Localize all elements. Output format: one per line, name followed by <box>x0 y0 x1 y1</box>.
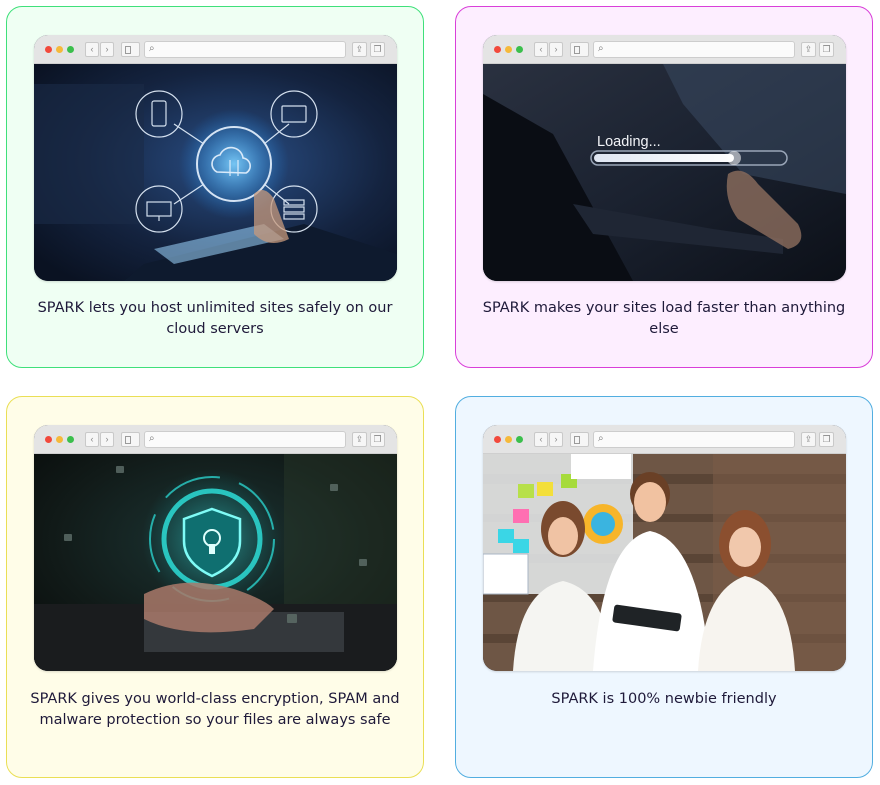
feature-card-newbie: ‹ › ⌕ ⇪ ❐ SPARK is 100% newbie friendly <box>455 396 873 778</box>
search-icon: ⌕ <box>149 43 155 54</box>
security-shield-image <box>34 454 397 671</box>
card-caption: SPARK gives you world-class encryption, … <box>30 691 400 728</box>
tabs-icon: ❐ <box>819 42 834 57</box>
maximize-dot-icon <box>516 436 523 443</box>
sidebar-icon <box>121 42 140 57</box>
back-arrow-icon: ‹ <box>534 42 548 57</box>
address-bar: ⌕ <box>593 41 795 58</box>
browser-toolbar: ‹ › ⌕ ⇪ ❐ <box>34 35 397 64</box>
feature-card-speed: ‹ › ⌕ ⇪ ❐ Loading... SPARK makes your si… <box>455 6 873 368</box>
back-arrow-icon: ‹ <box>534 432 548 447</box>
forward-arrow-icon: › <box>549 42 563 57</box>
loading-speed-image: Loading... <box>483 64 846 281</box>
browser-mockup: ‹ › ⌕ ⇪ ❐ <box>34 35 397 281</box>
tabs-icon: ❐ <box>819 432 834 447</box>
loading-label: Loading... <box>597 134 661 150</box>
minimize-dot-icon <box>56 436 63 443</box>
close-dot-icon <box>45 46 52 53</box>
share-icon: ⇪ <box>801 432 816 447</box>
search-icon: ⌕ <box>149 433 155 444</box>
minimize-dot-icon <box>505 436 512 443</box>
browser-mockup: ‹ › ⌕ ⇪ ❐ <box>483 425 846 671</box>
share-icon: ⇪ <box>352 42 367 57</box>
browser-toolbar: ‹ › ⌕ ⇪ ❐ <box>483 35 846 64</box>
minimize-dot-icon <box>505 46 512 53</box>
close-dot-icon <box>494 436 501 443</box>
forward-arrow-icon: › <box>100 432 114 447</box>
sidebar-icon <box>570 432 589 447</box>
share-icon: ⇪ <box>801 42 816 57</box>
browser-mockup: ‹ › ⌕ ⇪ ❐ <box>34 425 397 671</box>
close-dot-icon <box>494 46 501 53</box>
forward-arrow-icon: › <box>549 432 563 447</box>
search-icon: ⌕ <box>598 433 604 444</box>
feature-card-security: ‹ › ⌕ ⇪ ❐ SPARK gives you world-class en… <box>6 396 424 778</box>
close-dot-icon <box>45 436 52 443</box>
address-bar: ⌕ <box>593 431 795 448</box>
search-icon: ⌕ <box>598 43 604 54</box>
back-arrow-icon: ‹ <box>85 42 99 57</box>
maximize-dot-icon <box>516 46 523 53</box>
browser-mockup: ‹ › ⌕ ⇪ ❐ <box>483 35 846 281</box>
forward-arrow-icon: › <box>100 42 114 57</box>
sidebar-icon <box>121 432 140 447</box>
address-bar: ⌕ <box>144 431 346 448</box>
card-caption: SPARK lets you host unlimited sites safe… <box>37 300 393 337</box>
browser-toolbar: ‹ › ⌕ ⇪ ❐ <box>483 425 846 454</box>
share-icon: ⇪ <box>352 432 367 447</box>
tabs-icon: ❐ <box>370 432 385 447</box>
tabs-icon: ❐ <box>370 42 385 57</box>
address-bar: ⌕ <box>144 41 346 58</box>
card-caption: SPARK is 100% newbie friendly <box>551 691 777 707</box>
sidebar-icon <box>570 42 589 57</box>
back-arrow-icon: ‹ <box>85 432 99 447</box>
team-image <box>483 454 846 671</box>
browser-toolbar: ‹ › ⌕ ⇪ ❐ <box>34 425 397 454</box>
card-caption: SPARK makes your sites load faster than … <box>482 300 846 337</box>
cloud-hosting-image <box>34 64 397 281</box>
maximize-dot-icon <box>67 46 74 53</box>
maximize-dot-icon <box>67 436 74 443</box>
feature-card-hosting: ‹ › ⌕ ⇪ ❐ SPARK lets you host unlimited … <box>6 6 424 368</box>
minimize-dot-icon <box>56 46 63 53</box>
